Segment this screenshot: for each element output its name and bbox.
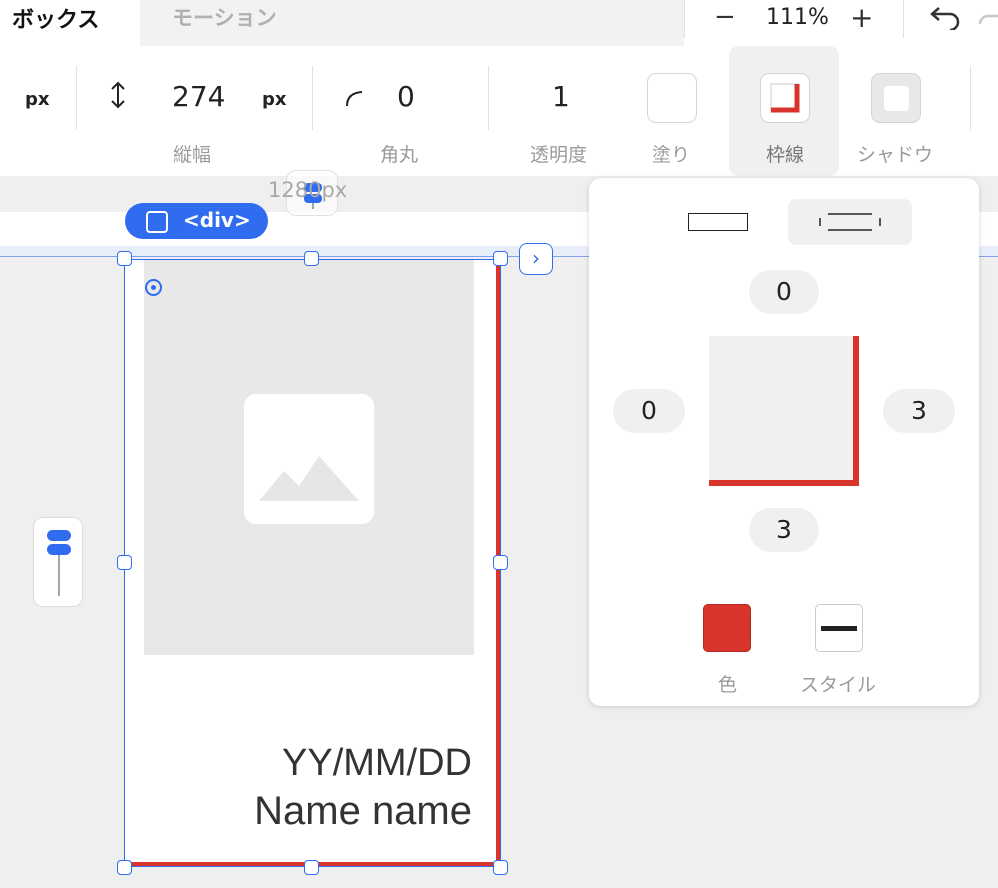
corner-radius-icon [346,91,363,107]
selection-outline [124,259,501,867]
resize-handle-bottom-left[interactable] [117,860,132,875]
border-label: 枠線 [766,144,805,166]
divider [488,66,489,130]
border-all-icon[interactable] [688,213,748,231]
resize-handle-top[interactable] [304,251,319,266]
height-label: 縦幅 [173,144,212,166]
vertical-slider[interactable] [33,517,83,607]
solid-line-icon [821,626,857,631]
divider [684,0,685,38]
border-left-value[interactable]: 0 [613,389,685,433]
opacity-label: 透明度 [530,144,588,166]
resize-handle-top-left[interactable] [117,251,132,266]
tab-bar: ボックス モーション − 111% + [0,0,998,46]
radius-value[interactable]: 0 [397,80,415,113]
border-top-value[interactable]: 0 [749,270,819,314]
divider [76,66,77,130]
border-icon [770,83,800,113]
property-toolbar [0,46,998,176]
element-badge-label: <div> [183,208,251,232]
opacity-value[interactable]: 1 [552,80,570,113]
divider [970,66,971,130]
element-badge[interactable]: <div> [125,203,268,239]
width-unit[interactable]: px [25,89,50,110]
resize-handle-left[interactable] [117,555,132,570]
element-square-icon [146,211,168,233]
border-panel: 0 0 3 3 色 スタイル [589,178,979,706]
border-color-swatch[interactable] [703,604,751,652]
border-right-value[interactable]: 3 [883,389,955,433]
chevron-right-icon[interactable]: › [519,243,553,275]
border-button[interactable] [760,73,810,123]
divider [312,66,313,130]
border-style-button[interactable] [815,604,863,652]
width-readout: 1280px [268,178,348,202]
border-bottom-value[interactable]: 3 [749,508,819,552]
fill-button[interactable] [647,73,697,123]
slider-handle-icon [47,530,71,596]
zoom-in-button[interactable]: + [850,1,873,34]
resize-handle-bottom[interactable] [304,860,319,875]
zoom-out-button[interactable]: − [714,2,736,32]
tab-box[interactable]: ボックス [0,0,140,46]
radius-label: 角丸 [380,144,419,166]
border-individual-icon [819,213,881,231]
border-individual-button[interactable] [788,199,912,245]
divider [903,0,904,38]
zoom-level: 111% [766,5,829,30]
anchor-icon[interactable] [145,279,162,296]
shadow-label: シャドウ [857,144,934,166]
resize-handle-bottom-right[interactable] [493,860,508,875]
resize-handle-top-right[interactable] [493,251,508,266]
shadow-icon [884,86,909,111]
redo-icon[interactable] [972,6,998,30]
fill-label: 塗り [652,144,691,166]
shadow-button[interactable] [871,73,921,123]
undo-icon[interactable] [926,4,962,30]
height-unit[interactable]: px [262,89,287,110]
height-value[interactable]: 274 [172,80,225,113]
border-preview [709,336,859,486]
tab-motion[interactable]: モーション [172,2,277,32]
resize-handle-right[interactable] [493,555,508,570]
style-label: スタイル [800,674,877,696]
color-label: 色 [718,674,738,696]
height-arrows-icon [111,81,125,109]
